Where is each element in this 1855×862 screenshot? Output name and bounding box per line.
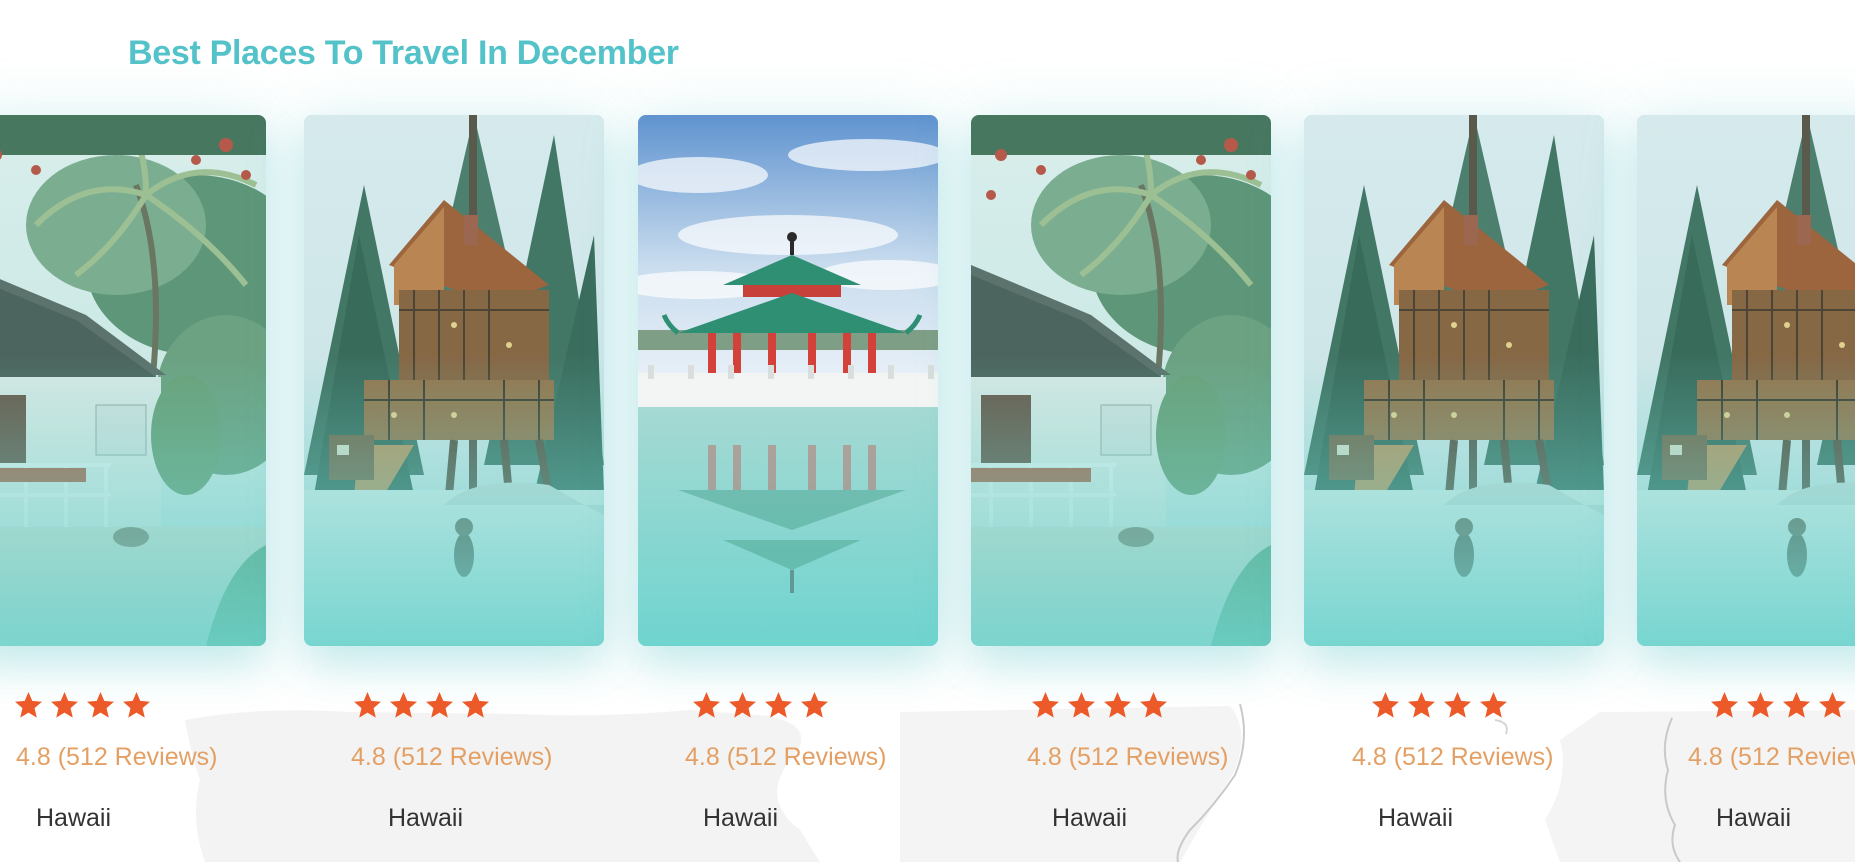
place-name[interactable]: Hawaii	[703, 804, 778, 833]
place-card[interactable]	[1637, 115, 1855, 646]
star-icon	[1819, 691, 1846, 718]
star-rating	[352, 690, 491, 721]
place-name[interactable]: Hawaii	[1716, 804, 1791, 833]
treehouse-photo[interactable]	[1304, 115, 1604, 646]
place-name[interactable]: Hawaii	[1378, 804, 1453, 833]
star-rating	[1030, 690, 1169, 721]
treehouse-photo[interactable]	[304, 115, 604, 646]
star-icon	[123, 691, 150, 718]
star-icon	[1104, 691, 1131, 718]
star-icon	[1711, 691, 1738, 718]
star-rating	[13, 690, 152, 721]
rating-text: 4.8 (512 Reviews)	[1688, 743, 1855, 771]
place-card[interactable]	[0, 115, 266, 646]
star-icon	[462, 691, 489, 718]
star-icon	[693, 691, 720, 718]
star-icon	[1068, 691, 1095, 718]
rating-text: 4.8 (512 Reviews)	[351, 743, 553, 771]
rating-text: 4.8 (512 Reviews)	[685, 743, 887, 771]
star-icon	[51, 691, 78, 718]
star-icon	[426, 691, 453, 718]
place-name[interactable]: Hawaii	[388, 804, 463, 833]
star-rating	[691, 690, 830, 721]
place-name[interactable]: Hawaii	[1052, 804, 1127, 833]
star-icon	[1444, 691, 1471, 718]
star-icon	[390, 691, 417, 718]
star-icon	[1783, 691, 1810, 718]
star-rating	[1709, 690, 1848, 721]
star-icon	[15, 691, 42, 718]
place-name[interactable]: Hawaii	[36, 804, 111, 833]
star-icon	[1032, 691, 1059, 718]
place-card[interactable]	[1304, 115, 1604, 646]
tropical-house-photo[interactable]	[0, 115, 266, 646]
place-card[interactable]	[971, 115, 1271, 646]
rating-text: 4.8 (512 Reviews)	[1352, 743, 1554, 771]
star-icon	[1372, 691, 1399, 718]
star-icon	[801, 691, 828, 718]
star-rating	[1370, 690, 1509, 721]
rating-text: 4.8 (512 Reviews)	[1027, 743, 1229, 771]
star-icon	[1140, 691, 1167, 718]
tropical-house-photo[interactable]	[971, 115, 1271, 646]
place-card[interactable]	[638, 115, 938, 646]
place-card[interactable]	[304, 115, 604, 646]
star-icon	[87, 691, 114, 718]
rating-text: 4.8 (512 Reviews)	[16, 743, 218, 771]
star-icon	[1408, 691, 1435, 718]
treehouse-photo[interactable]	[1637, 115, 1855, 646]
pagoda-photo[interactable]	[638, 115, 938, 646]
places-carousel[interactable]: 4.8 (512 Reviews) Hawaii 4.8 (512 Review…	[0, 0, 1855, 862]
star-icon	[354, 691, 381, 718]
star-icon	[765, 691, 792, 718]
star-icon	[1747, 691, 1774, 718]
star-icon	[1480, 691, 1507, 718]
star-icon	[729, 691, 756, 718]
